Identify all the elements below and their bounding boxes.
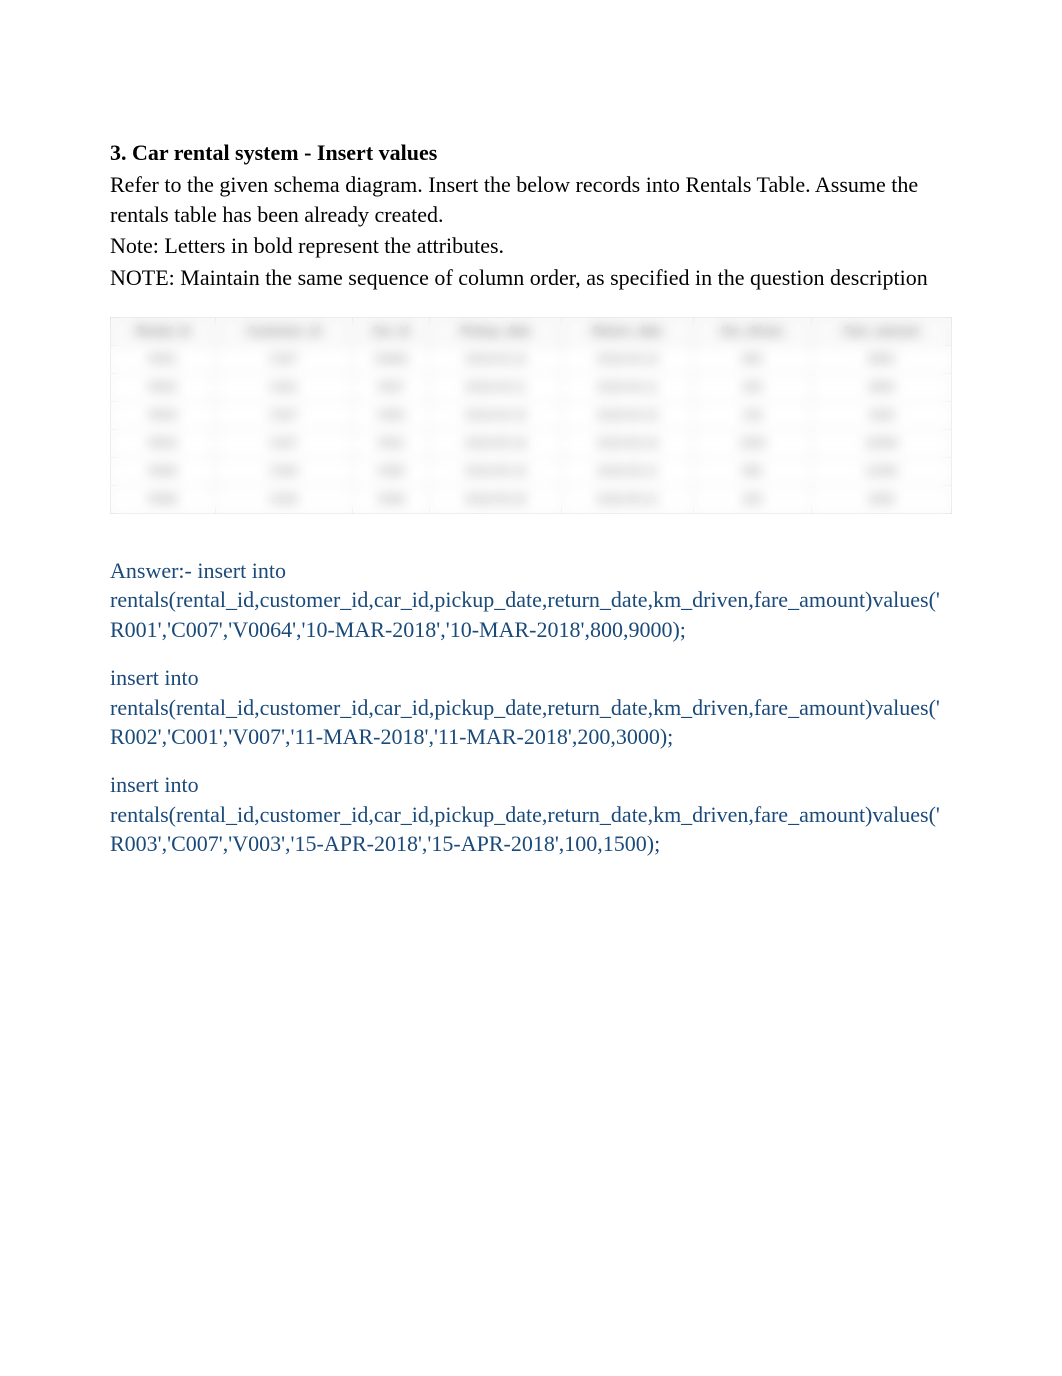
cell: 2018-03-10 bbox=[562, 345, 693, 373]
cell: 3000 bbox=[811, 373, 951, 401]
cell: V0064 bbox=[352, 345, 429, 373]
cell: C004 bbox=[215, 457, 352, 485]
answer-block: insert into rentals(rental_id,customer_i… bbox=[110, 663, 952, 752]
th-car-id: Car_id bbox=[352, 317, 429, 345]
cell: V001 bbox=[352, 429, 429, 457]
th-customer-id: Customer_id bbox=[215, 317, 352, 345]
cell: 200 bbox=[693, 485, 811, 513]
table-row: R004 C007 V001 2018-05-16 2018-05-16 100… bbox=[111, 429, 952, 457]
cell: 1500 bbox=[811, 401, 951, 429]
cell: R003 bbox=[111, 401, 216, 429]
rentals-table: Rental_id Customer_id Car_id Pickup_date… bbox=[110, 317, 952, 514]
cell: 800 bbox=[693, 345, 811, 373]
cell: C007 bbox=[215, 345, 352, 373]
th-return-date: Return_date bbox=[562, 317, 693, 345]
answer-block: Answer:- insert into rentals(rental_id,c… bbox=[110, 556, 952, 645]
table-row: R003 C007 V003 2018-04-15 2018-04-15 100… bbox=[111, 401, 952, 429]
cell: C007 bbox=[215, 401, 352, 429]
cell: 2500 bbox=[811, 485, 951, 513]
intro-paragraph-1: Refer to the given schema diagram. Inser… bbox=[110, 170, 952, 229]
cell: V003 bbox=[352, 401, 429, 429]
cell: 900 bbox=[693, 457, 811, 485]
cell: V005 bbox=[352, 457, 429, 485]
th-km-driven: Km_driven bbox=[693, 317, 811, 345]
cell: 9000 bbox=[811, 345, 951, 373]
cell: 2018-03-11 bbox=[562, 373, 693, 401]
cell: 2018-04-15 bbox=[562, 401, 693, 429]
cell: 2018-05-11 bbox=[562, 457, 693, 485]
cell: R004 bbox=[111, 429, 216, 457]
cell: C007 bbox=[215, 429, 352, 457]
intro-paragraph-2: Note: Letters in bold represent the attr… bbox=[110, 231, 952, 261]
cell: 2018-04-15 bbox=[429, 401, 562, 429]
cell: R006 bbox=[111, 485, 216, 513]
table-row: R005 C004 V005 2018-05-10 2018-05-11 900… bbox=[111, 457, 952, 485]
cell: R002 bbox=[111, 373, 216, 401]
th-pickup-date: Pickup_date bbox=[429, 317, 562, 345]
cell: 2018-03-10 bbox=[429, 345, 562, 373]
cell: 10000 bbox=[811, 429, 951, 457]
cell: 2018-05-10 bbox=[429, 457, 562, 485]
cell: C004 bbox=[215, 485, 352, 513]
answer-block: insert into rentals(rental_id,customer_i… bbox=[110, 770, 952, 859]
table-header-row: Rental_id Customer_id Car_id Pickup_date… bbox=[111, 317, 952, 345]
cell: 1000 bbox=[693, 429, 811, 457]
cell: 2018-05-20 bbox=[429, 485, 562, 513]
th-rental-id: Rental_id bbox=[111, 317, 216, 345]
cell: 100 bbox=[693, 401, 811, 429]
rentals-table-wrapper: Rental_id Customer_id Car_id Pickup_date… bbox=[110, 317, 952, 514]
cell: 2018-05-16 bbox=[429, 429, 562, 457]
cell: 2018-03-11 bbox=[429, 373, 562, 401]
cell: 11000 bbox=[811, 457, 951, 485]
answer-section: Answer:- insert into rentals(rental_id,c… bbox=[110, 556, 952, 859]
table-row: R001 C007 V0064 2018-03-10 2018-03-10 80… bbox=[111, 345, 952, 373]
table-body: R001 C007 V0064 2018-03-10 2018-03-10 80… bbox=[111, 345, 952, 513]
intro-paragraph-3: NOTE: Maintain the same sequence of colu… bbox=[110, 263, 952, 293]
question-heading: 3. Car rental system - Insert values bbox=[110, 140, 952, 166]
cell: 2018-05-16 bbox=[562, 429, 693, 457]
cell: R001 bbox=[111, 345, 216, 373]
cell: R005 bbox=[111, 457, 216, 485]
cell: V006 bbox=[352, 485, 429, 513]
cell: C001 bbox=[215, 373, 352, 401]
cell: 2018-05-21 bbox=[562, 485, 693, 513]
cell: 200 bbox=[693, 373, 811, 401]
th-fare-amount: Fare_amount bbox=[811, 317, 951, 345]
table-row: R006 C004 V006 2018-05-20 2018-05-21 200… bbox=[111, 485, 952, 513]
table-row: R002 C001 V007 2018-03-11 2018-03-11 200… bbox=[111, 373, 952, 401]
cell: V007 bbox=[352, 373, 429, 401]
